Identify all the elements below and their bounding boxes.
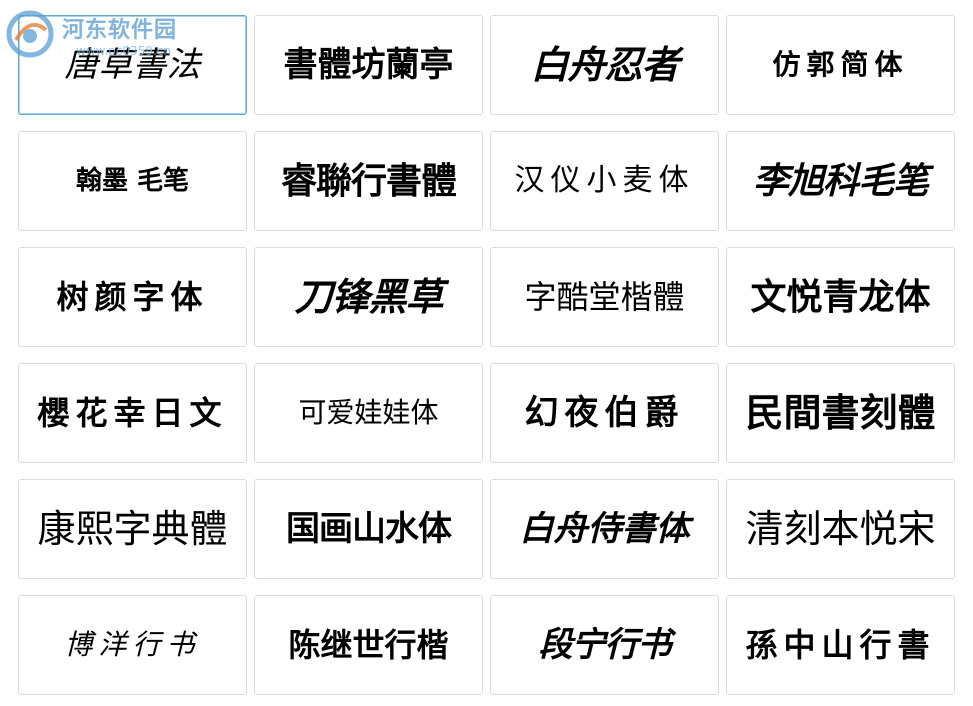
font-tile-label: 博洋行书 — [64, 628, 201, 661]
font-tile-label: 陈继世行楷 — [288, 626, 449, 664]
font-tile-label: 翰墨 毛笔 — [75, 166, 190, 196]
font-tile-label: 唐草書法 — [64, 45, 201, 85]
font-preview-grid: 唐草書法 書體坊蘭亭 白舟忍者 仿郭简体翰墨 毛笔 睿聯行書體 汉仪小麦体 李旭科毛笔树颜字… — [18, 15, 958, 697]
font-tile[interactable]: 白舟侍書体 — [490, 479, 719, 579]
font-tile-label: 段宁行书 — [538, 625, 672, 665]
font-tile[interactable]: 段宁行书 — [490, 595, 719, 695]
font-tile[interactable]: 書體坊蘭亭 — [254, 15, 483, 115]
font-tile-label: 民間書刻體 — [745, 390, 936, 435]
font-tile[interactable]: 櫻花幸日文 — [18, 363, 247, 463]
font-tile[interactable]: 白舟忍者 — [490, 15, 719, 115]
font-tile[interactable]: 孫中山行書 — [726, 595, 955, 695]
font-tile[interactable]: 睿聯行書體 — [254, 131, 483, 231]
font-tile[interactable]: 树颜字体 — [18, 247, 247, 347]
font-tile[interactable]: 博洋行书 — [18, 595, 247, 695]
font-tile-label: 白舟忍者 — [530, 42, 679, 87]
font-tile-label: 白舟侍書体 — [519, 509, 690, 549]
font-tile-label: 幻夜伯爵 — [524, 393, 685, 433]
font-tile-label: 康熙字典體 — [37, 507, 228, 551]
font-tile[interactable]: 字酷堂楷體 — [490, 247, 719, 347]
font-tile-label: 文悦青龙体 — [750, 276, 931, 318]
font-tile-label: 李旭科毛笔 — [752, 160, 929, 202]
font-tile[interactable]: 文悦青龙体 — [726, 247, 955, 347]
font-tile[interactable]: 仿郭简体 — [726, 15, 955, 115]
font-tile-label: 刀锋黑草 — [294, 274, 443, 319]
font-tile[interactable]: 清刻本悦宋 — [726, 479, 955, 579]
font-tile[interactable]: 陈继世行楷 — [254, 595, 483, 695]
font-tile-label: 国画山水体 — [286, 509, 452, 549]
font-tile-label: 櫻花幸日文 — [37, 394, 228, 432]
font-tile-label: 字酷堂楷體 — [524, 278, 685, 316]
font-tile-label: 睿聯行書體 — [280, 160, 457, 202]
font-tile[interactable]: 民間書刻體 — [726, 363, 955, 463]
font-tile[interactable]: 唐草書法 — [18, 15, 247, 115]
font-tile[interactable]: 汉仪小麦体 — [490, 131, 719, 231]
font-tile[interactable]: 李旭科毛笔 — [726, 131, 955, 231]
font-tile-label: 树颜字体 — [56, 278, 209, 316]
font-tile[interactable]: 刀锋黑草 — [254, 247, 483, 347]
font-tile-label: 清刻本悦宋 — [745, 507, 936, 551]
font-tile-label: 孫中山行書 — [745, 626, 936, 664]
font-tile-label: 書體坊蘭亭 — [283, 45, 454, 85]
font-tile[interactable]: 可爱娃娃体 — [254, 363, 483, 463]
font-tile-label: 仿郭简体 — [772, 48, 909, 81]
font-tile[interactable]: 幻夜伯爵 — [490, 363, 719, 463]
font-tile-label: 汉仪小麦体 — [514, 163, 695, 198]
font-tile[interactable]: 国画山水体 — [254, 479, 483, 579]
font-tile[interactable]: 翰墨 毛笔 — [18, 131, 247, 231]
font-tile[interactable]: 康熙字典體 — [18, 479, 247, 579]
font-tile-label: 可爱娃娃体 — [298, 396, 439, 429]
